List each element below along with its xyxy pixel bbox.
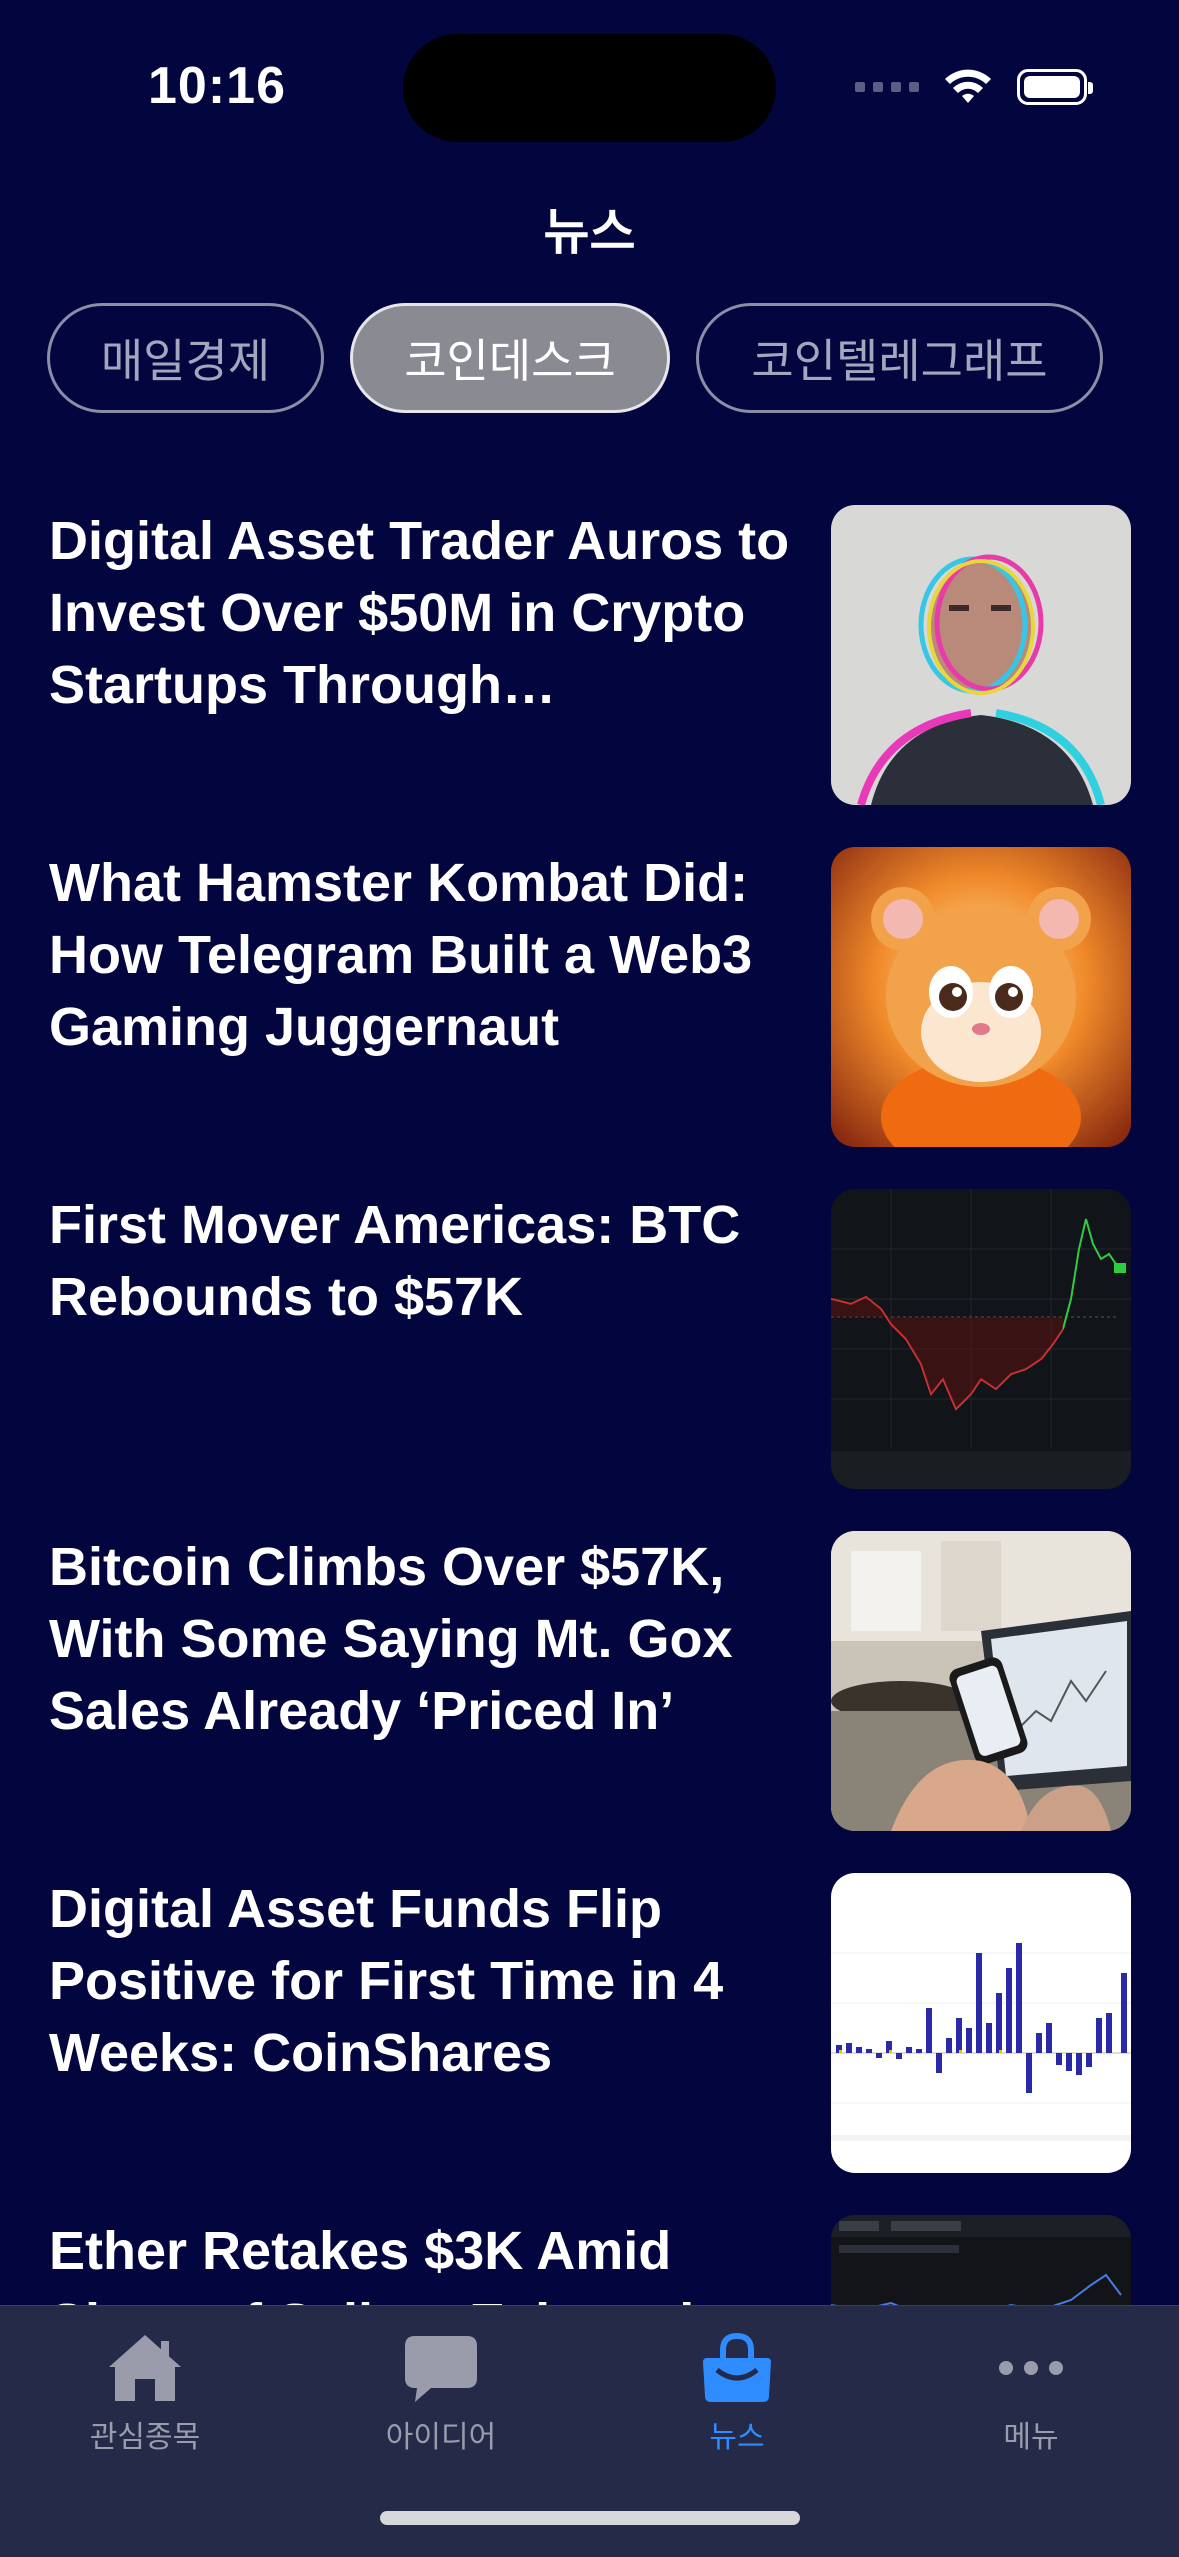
source-selector: 매일경제 코인데스크 코인텔레그래프 <box>47 303 1103 413</box>
tab-label: 관심종목 <box>89 2420 201 2455</box>
news-item[interactable]: Bitcoin Climbs Over $57K, With Some Sayi… <box>0 1531 1179 1831</box>
source-chip-maeil[interactable]: 매일경제 <box>47 303 324 413</box>
news-item[interactable]: Digital Asset Trader Auros to Invest Ove… <box>0 505 1179 805</box>
tab-watchlist[interactable]: 관심종목 <box>35 2328 255 2456</box>
house-icon <box>35 2328 255 2408</box>
dynamic-island <box>403 34 776 142</box>
source-chip-cointelegraph[interactable]: 코인텔레그래프 <box>696 303 1103 413</box>
news-thumbnail[interactable] <box>831 1873 1131 2173</box>
news-thumbnail[interactable] <box>831 847 1131 1147</box>
news-thumbnail[interactable] <box>831 1189 1131 1489</box>
news-list[interactable]: Digital Asset Trader Auros to Invest Ove… <box>0 505 1179 2305</box>
signal-icon <box>855 82 919 92</box>
news-thumbnail[interactable] <box>831 505 1131 805</box>
home-indicator[interactable] <box>380 2511 800 2525</box>
chat-bubble-icon <box>331 2328 551 2408</box>
status-time: 10:16 <box>148 57 286 115</box>
battery-icon <box>1017 69 1093 105</box>
tab-label: 뉴스 <box>709 2420 765 2455</box>
news-thumbnail[interactable] <box>831 2215 1131 2305</box>
tab-label: 아이디어 <box>385 2420 497 2455</box>
news-title[interactable]: Bitcoin Climbs Over $57K, With Some Sayi… <box>49 1531 809 1747</box>
news-item[interactable]: First Mover Americas: BTC Rebounds to $5… <box>0 1189 1179 1489</box>
tab-label: 메뉴 <box>1003 2420 1059 2455</box>
news-title[interactable]: What Hamster Kombat Did: How Telegram Bu… <box>49 847 809 1063</box>
more-icon <box>921 2328 1141 2408</box>
news-title[interactable]: Digital Asset Funds Flip Positive for Fi… <box>49 1873 809 2089</box>
bag-icon <box>627 2328 847 2408</box>
news-thumbnail[interactable] <box>831 1531 1131 1831</box>
status-icons <box>855 62 1093 112</box>
news-title[interactable]: First Mover Americas: BTC Rebounds to $5… <box>49 1189 809 1333</box>
news-item[interactable]: What Hamster Kombat Did: How Telegram Bu… <box>0 847 1179 1147</box>
news-title[interactable]: Digital Asset Trader Auros to Invest Ove… <box>49 505 809 721</box>
tab-menu[interactable]: 메뉴 <box>921 2328 1141 2456</box>
news-item[interactable]: Ether Retakes $3K Amid Signs of Sellers … <box>0 2215 1179 2305</box>
page-title: 뉴스 <box>543 203 636 261</box>
tab-news[interactable]: 뉴스 <box>627 2328 847 2456</box>
source-chip-coindesk[interactable]: 코인데스크 <box>350 303 670 413</box>
wifi-icon <box>945 69 991 103</box>
news-item[interactable]: Digital Asset Funds Flip Positive for Fi… <box>0 1873 1179 2173</box>
news-title[interactable]: Ether Retakes $3K Amid Signs of Sellers … <box>49 2215 809 2305</box>
tab-ideas[interactable]: 아이디어 <box>331 2328 551 2456</box>
